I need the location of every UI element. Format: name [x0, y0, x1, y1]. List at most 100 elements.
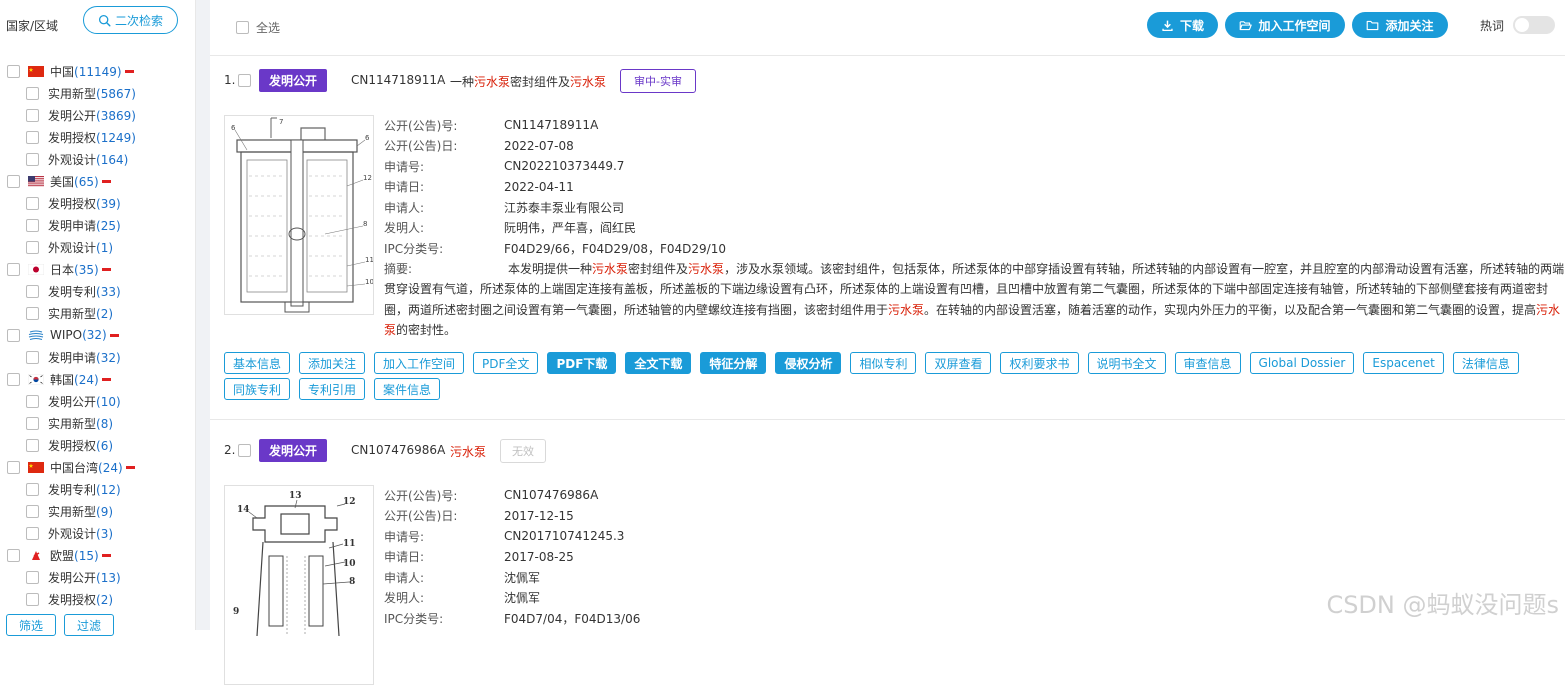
country-checkbox[interactable] [7, 548, 20, 562]
collapse-icon[interactable] [101, 553, 111, 557]
result-checkbox[interactable] [238, 443, 252, 457]
patent-drawing-thumbnail[interactable]: 6 12 8 11 10 6 7 [224, 115, 374, 315]
collapse-icon[interactable] [101, 179, 111, 183]
type-filter-item[interactable]: 发明公开(13) [0, 566, 196, 588]
type-checkbox[interactable] [26, 350, 39, 364]
type-checkbox[interactable] [26, 108, 39, 122]
type-checkbox[interactable] [26, 152, 39, 166]
country-filter-jp[interactable]: 日本(35) [0, 258, 196, 280]
country-filter-eu[interactable]: 欧盟(15) [0, 544, 196, 566]
country-checkbox[interactable] [7, 460, 20, 474]
action-button[interactable]: Global Dossier [1249, 352, 1355, 374]
type-checkbox[interactable] [26, 482, 39, 496]
action-button[interactable]: 添加关注 [299, 352, 366, 374]
type-checkbox[interactable] [26, 416, 39, 430]
type-filter-item[interactable]: 实用新型(8) [0, 412, 196, 434]
add-workspace-button[interactable]: 加入工作空间 [1225, 12, 1345, 38]
action-button[interactable]: 说明书全文 [1087, 352, 1166, 374]
action-button[interactable]: 加入工作空间 [374, 352, 465, 374]
publication-number-link[interactable]: CN114718911A [351, 73, 445, 87]
type-filter-item[interactable]: 实用新型(9) [0, 500, 196, 522]
select-all-checkbox[interactable] [236, 21, 249, 34]
type-checkbox[interactable] [26, 240, 39, 254]
type-filter-item[interactable]: 发明申请(32) [0, 346, 196, 368]
action-button[interactable]: PDF下载 [547, 352, 617, 374]
type-filter-item[interactable]: 发明公开(3869) [0, 104, 196, 126]
action-button[interactable]: 法律信息 [1452, 352, 1519, 374]
action-button[interactable]: 基本信息 [224, 352, 291, 374]
action-button[interactable]: 特征分解 [700, 352, 767, 374]
type-checkbox[interactable] [26, 504, 39, 518]
country-checkbox[interactable] [7, 328, 20, 342]
field-label: 申请号: [384, 529, 425, 544]
type-filter-item[interactable]: 外观设计(164) [0, 148, 196, 170]
action-button[interactable]: PDF全文 [473, 352, 539, 374]
select-all[interactable]: 全选 [236, 19, 280, 36]
type-filter-item[interactable]: 外观设计(3) [0, 522, 196, 544]
type-checkbox[interactable] [26, 394, 39, 408]
exclude-button[interactable]: 过滤 [64, 614, 114, 636]
type-count: (3) [96, 526, 114, 541]
action-button[interactable]: 案件信息 [374, 378, 441, 400]
country-checkbox[interactable] [7, 372, 20, 386]
type-filter-item[interactable]: 实用新型(2) [0, 302, 196, 324]
type-filter-item[interactable]: 发明授权(2) [0, 588, 196, 610]
type-label: 外观设计(3) [48, 525, 113, 542]
collapse-icon[interactable] [101, 267, 111, 271]
type-checkbox[interactable] [26, 284, 39, 298]
country-label: 欧盟(15) [50, 547, 99, 564]
action-button[interactable]: 专利引用 [299, 378, 366, 400]
collapse-icon[interactable] [125, 465, 135, 469]
type-filter-item[interactable]: 发明专利(33) [0, 280, 196, 302]
country-checkbox[interactable] [7, 174, 20, 188]
download-button[interactable]: 下载 [1147, 12, 1218, 38]
action-button[interactable]: 全文下载 [625, 352, 692, 374]
type-filter-item[interactable]: 发明公开(10) [0, 390, 196, 412]
country-filter-wipo[interactable]: WIPO(32) [0, 324, 196, 346]
patent-title-link[interactable]: 污水泵 [450, 443, 486, 460]
hot-words-toggle[interactable] [1513, 16, 1555, 34]
collapse-icon[interactable] [124, 69, 134, 73]
patent-title-link[interactable]: 一种污水泵密封组件及污水泵 [450, 73, 606, 90]
collapse-icon[interactable] [101, 377, 111, 381]
type-filter-item[interactable]: 发明专利(12) [0, 478, 196, 500]
type-count: (33) [96, 284, 121, 299]
action-button[interactable]: 审查信息 [1174, 352, 1241, 374]
action-button[interactable]: 相似专利 [850, 352, 917, 374]
type-checkbox[interactable] [26, 526, 39, 540]
type-filter-item[interactable]: 实用新型(5867) [0, 82, 196, 104]
action-button[interactable]: 双屏查看 [925, 352, 992, 374]
country-checkbox[interactable] [7, 64, 20, 78]
action-button[interactable]: 同族专利 [224, 378, 291, 400]
type-checkbox[interactable] [26, 196, 39, 210]
filter-button[interactable]: 筛选 [6, 614, 56, 636]
type-filter-item[interactable]: 发明授权(39) [0, 192, 196, 214]
publication-number-link[interactable]: CN107476986A [351, 443, 445, 457]
country-filter-cn[interactable]: 中国台湾(24) [0, 456, 196, 478]
patent-drawing-thumbnail[interactable]: 13 12 14 11 10 8 9 [224, 485, 374, 685]
secondary-search-button[interactable]: 二次检索 [83, 6, 178, 34]
action-button[interactable]: Espacenet [1363, 352, 1444, 374]
country-filter-us[interactable]: 美国(65) [0, 170, 196, 192]
type-checkbox[interactable] [26, 218, 39, 232]
type-filter-item[interactable]: 发明申请(25) [0, 214, 196, 236]
type-checkbox[interactable] [26, 130, 39, 144]
type-checkbox[interactable] [26, 570, 39, 584]
type-filter-item[interactable]: 外观设计(1) [0, 236, 196, 258]
country-checkbox[interactable] [7, 262, 20, 276]
type-filter-item[interactable]: 发明授权(1249) [0, 126, 196, 148]
collapse-icon[interactable] [109, 333, 119, 337]
type-checkbox[interactable] [26, 592, 39, 606]
type-checkbox[interactable] [26, 306, 39, 320]
patent-type-badge: 发明公开 [259, 69, 327, 92]
add-follow-button[interactable]: 添加关注 [1352, 12, 1448, 38]
result-checkbox[interactable] [238, 73, 252, 87]
country-filter-cn[interactable]: 中国(11149) [0, 60, 196, 82]
type-filter-item[interactable]: 发明授权(6) [0, 434, 196, 456]
action-button[interactable]: 权利要求书 [1000, 352, 1079, 374]
type-label: 发明专利(12) [48, 481, 121, 498]
type-checkbox[interactable] [26, 438, 39, 452]
type-checkbox[interactable] [26, 86, 39, 100]
country-filter-kr[interactable]: 韩国(24) [0, 368, 196, 390]
action-button[interactable]: 侵权分析 [775, 352, 842, 374]
